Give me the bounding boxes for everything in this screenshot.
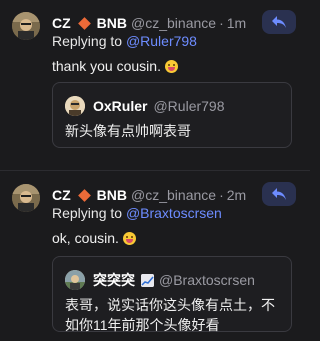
reply-arrow-icon: [272, 16, 286, 28]
chart-increasing-icon: [141, 273, 154, 287]
author-handle[interactable]: @cz_binance: [131, 15, 216, 31]
post-item[interactable]: CZ BNB @cz_binance · 2m Replying to @Bra…: [0, 172, 310, 341]
quoted-post[interactable]: 突突突 @Braxtoscrsen 表哥，说实话你这头像有点土，不如你11年前那…: [52, 256, 292, 333]
reply-button[interactable]: [262, 10, 296, 34]
author-handle[interactable]: @cz_binance: [131, 187, 216, 203]
bnb-diamond-icon: [77, 188, 91, 202]
author-avatar[interactable]: [12, 12, 40, 40]
author-ticker: BNB: [96, 187, 128, 203]
bnb-diamond-icon: [77, 16, 91, 30]
quoted-author-name[interactable]: 突突突: [93, 270, 135, 290]
quoted-author-handle[interactable]: @Braxtoscrsen: [159, 272, 255, 288]
quoted-author-avatar[interactable]: [65, 96, 85, 116]
quoted-author-handle[interactable]: @Ruler798: [153, 98, 224, 114]
grinning-tongue-emoji-icon: [164, 60, 178, 73]
post-timestamp: 2m: [226, 187, 247, 203]
post-item[interactable]: CZ BNB @cz_binance · 1m Replying to @Rul…: [0, 0, 310, 170]
quoted-post[interactable]: OxRuler @Ruler798 新头像有点帅啊表哥: [52, 82, 292, 148]
replying-to-prefix: Replying to: [52, 33, 123, 49]
author-avatar[interactable]: [12, 184, 40, 212]
reply-button[interactable]: [262, 182, 296, 206]
replying-to-line: Replying to @Ruler798: [52, 33, 197, 49]
replying-to-prefix: Replying to: [52, 205, 123, 221]
replying-to-line: Replying to @Braxtoscrsen: [52, 205, 222, 221]
separator-dot: ·: [219, 187, 224, 203]
quoted-author-name[interactable]: OxRuler: [93, 98, 147, 114]
post-text: ok, cousin.: [52, 230, 136, 246]
author-ticker: BNB: [96, 15, 128, 31]
author-name[interactable]: CZ: [52, 15, 71, 31]
quoted-author-avatar[interactable]: [65, 270, 85, 290]
reply-arrow-icon: [272, 188, 286, 200]
separator-dot: ·: [219, 15, 224, 31]
quoted-header: OxRuler @Ruler798: [93, 97, 283, 115]
post-text-content: ok, cousin.: [52, 230, 119, 246]
post-text: thank you cousin.: [52, 58, 178, 74]
quoted-text: 新头像有点帅啊表哥: [65, 123, 191, 139]
post-text-content: thank you cousin.: [52, 58, 161, 74]
quoted-text: 表哥，说实话你这头像有点土，不如你11年前那个头像好看: [65, 297, 275, 333]
grinning-tongue-emoji-icon: [122, 232, 136, 245]
quoted-header: 突突突 @Braxtoscrsen: [93, 271, 283, 289]
replying-to-mention[interactable]: @Braxtoscrsen: [126, 205, 222, 221]
post-timestamp: 1m: [226, 15, 247, 31]
author-name[interactable]: CZ: [52, 187, 71, 203]
replying-to-mention[interactable]: @Ruler798: [126, 33, 197, 49]
post-divider: [0, 170, 310, 171]
